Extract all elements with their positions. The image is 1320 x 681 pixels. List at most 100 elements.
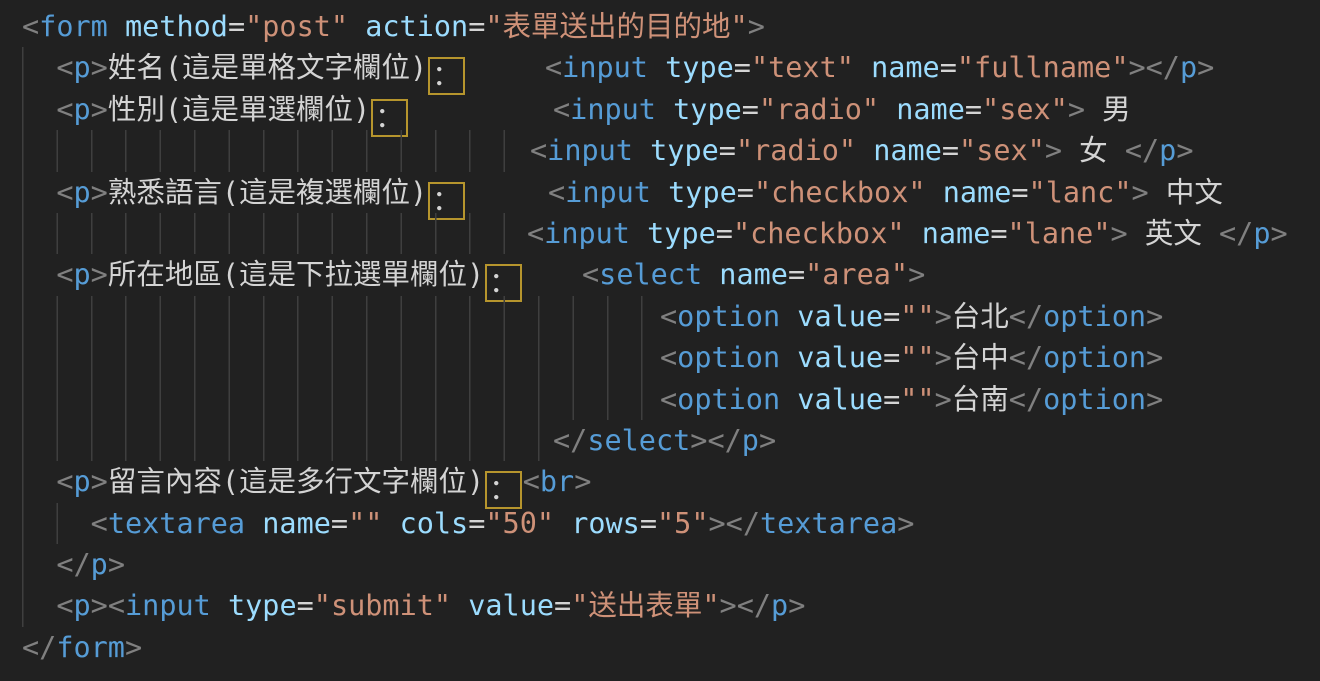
- code-token: =: [228, 10, 245, 43]
- code-token: =: [554, 589, 571, 622]
- code-token: "": [900, 383, 934, 416]
- code-token: "lanc": [1029, 176, 1132, 209]
- code-token: <: [548, 176, 565, 209]
- code-token: [854, 51, 871, 84]
- code-token: >: [108, 548, 125, 581]
- code-token: [211, 589, 228, 622]
- code-token: [382, 507, 399, 540]
- code-token: =: [788, 258, 805, 291]
- code-line-5[interactable]: <p>熟悉語言(這是複選欄位)：<input type="checkbox" n…: [0, 172, 1320, 213]
- code-token: =: [942, 134, 959, 167]
- code-token: type: [647, 217, 716, 250]
- code-token: >: [1146, 300, 1163, 333]
- code-line-15[interactable]: <p><input type="submit" value="送出表單"></p…: [0, 585, 1320, 626]
- code-line-2[interactable]: <p>姓名(這是單格文字欄位)： <input type="text" name=…: [0, 47, 1320, 88]
- code-token: <: [582, 258, 599, 291]
- code-token: name: [922, 217, 991, 250]
- code-token: >: [908, 258, 925, 291]
- code-token: "radio": [759, 93, 879, 126]
- code-token: [451, 589, 468, 622]
- code-abs-segment: <option value="">台南</option>: [660, 379, 1163, 420]
- code-token: type: [665, 51, 734, 84]
- code-line-9[interactable]: <option value="">台中</option>: [0, 337, 1320, 378]
- code-token: </: [1125, 134, 1159, 167]
- code-token: p: [1159, 134, 1176, 167]
- code-token: >: [935, 300, 952, 333]
- code-line-3[interactable]: <p>性別(這是單選欄位)：<input type="radio" name="…: [0, 89, 1320, 130]
- code-token: </: [1009, 341, 1043, 374]
- indent-guides: [22, 296, 643, 337]
- code-line-4[interactable]: <input type="radio" name="sex"> 女 </p>: [0, 130, 1320, 171]
- code-token: <: [56, 176, 73, 209]
- code-token: <: [660, 383, 677, 416]
- code-token: "5": [657, 507, 708, 540]
- code-token: name: [871, 51, 940, 84]
- code-token: [22, 507, 91, 540]
- code-line-1[interactable]: <form method="post" action="表單送出的目的地">: [0, 6, 1320, 47]
- code-token: value: [797, 300, 883, 333]
- code-token: input: [562, 51, 648, 84]
- code-token: >: [759, 424, 776, 457]
- code-token: </: [553, 424, 587, 457]
- code-token: >: [125, 631, 142, 664]
- code-token: >: [1270, 217, 1287, 250]
- code-token: <: [22, 10, 39, 43]
- code-flow-segment: <p><input type="submit" value="送出表單"></p…: [22, 589, 805, 622]
- code-token: "fullname": [957, 51, 1129, 84]
- code-line-10[interactable]: <option value="">台南</option>: [0, 379, 1320, 420]
- code-token: "50": [485, 507, 554, 540]
- code-flow-segment: <textarea name="" cols="50" rows="5"></t…: [22, 507, 914, 540]
- code-line-13[interactable]: <textarea name="" cols="50" rows="5"></t…: [0, 503, 1320, 544]
- code-token: 性別(這是單選欄位): [108, 93, 370, 126]
- code-line-12[interactable]: <p>留言內容(這是多行文字欄位)：<br>: [0, 461, 1320, 502]
- code-token: [651, 176, 668, 209]
- code-editor[interactable]: <form method="post" action="表單送出的目的地"> <…: [0, 0, 1320, 681]
- code-token: [926, 176, 943, 209]
- code-token: p: [742, 424, 759, 457]
- code-token: [780, 383, 797, 416]
- code-token: >: [1068, 93, 1085, 126]
- code-abs-segment: <input type="radio" name="sex"> 女 </p>: [530, 130, 1194, 171]
- code-token: p: [1253, 217, 1270, 250]
- code-token: p: [771, 589, 788, 622]
- code-token: "": [348, 507, 382, 540]
- code-token: textarea: [108, 507, 245, 540]
- code-token: ></: [1128, 51, 1179, 84]
- code-token: input: [547, 134, 633, 167]
- code-token: <: [523, 465, 540, 498]
- code-token: select: [599, 258, 702, 291]
- code-token: "area": [805, 258, 908, 291]
- code-token: >: [897, 507, 914, 540]
- code-token: 熟悉語言(這是複選欄位): [108, 176, 427, 209]
- code-line-6[interactable]: <input type="checkbox" name="lane"> 英文 <…: [0, 213, 1320, 254]
- code-abs-segment: <input type="text" name="fullname"></p>: [545, 47, 1214, 88]
- code-token: =: [737, 176, 754, 209]
- code-token: <: [660, 341, 677, 374]
- code-line-8[interactable]: <option value="">台北</option>: [0, 296, 1320, 337]
- code-line-14[interactable]: </p>: [0, 544, 1320, 585]
- code-token: "表單送出的目的地": [485, 10, 747, 43]
- code-flow-segment: </form>: [22, 631, 142, 664]
- code-flow-segment: </p>: [22, 548, 125, 581]
- code-token: name: [262, 507, 331, 540]
- code-token: =: [468, 507, 485, 540]
- code-line-16[interactable]: </form>: [0, 627, 1320, 668]
- code-token: p: [74, 51, 91, 84]
- code-token: [630, 217, 647, 250]
- code-flow-segment: <p>姓名(這是單格文字欄位)：: [22, 51, 466, 84]
- code-line-7[interactable]: <p>所在地區(這是下拉選單欄位)：<select name="area">: [0, 254, 1320, 295]
- code-token: </: [56, 548, 90, 581]
- code-line-11[interactable]: </select></p>: [0, 420, 1320, 461]
- code-token: form: [39, 10, 108, 43]
- code-token: =: [742, 93, 759, 126]
- code-flow-segment: <p>所在地區(這是下拉選單欄位)：: [22, 258, 523, 291]
- code-token: textarea: [760, 507, 897, 540]
- code-token: [22, 51, 56, 84]
- code-token: p: [91, 548, 108, 581]
- code-token: [780, 341, 797, 374]
- code-flow-segment: <p>熟悉語言(這是複選欄位)：: [22, 176, 466, 209]
- code-token: ></: [720, 589, 771, 622]
- code-token: >: [1131, 176, 1148, 209]
- code-token: p: [74, 465, 91, 498]
- code-token: 台中: [952, 341, 1009, 374]
